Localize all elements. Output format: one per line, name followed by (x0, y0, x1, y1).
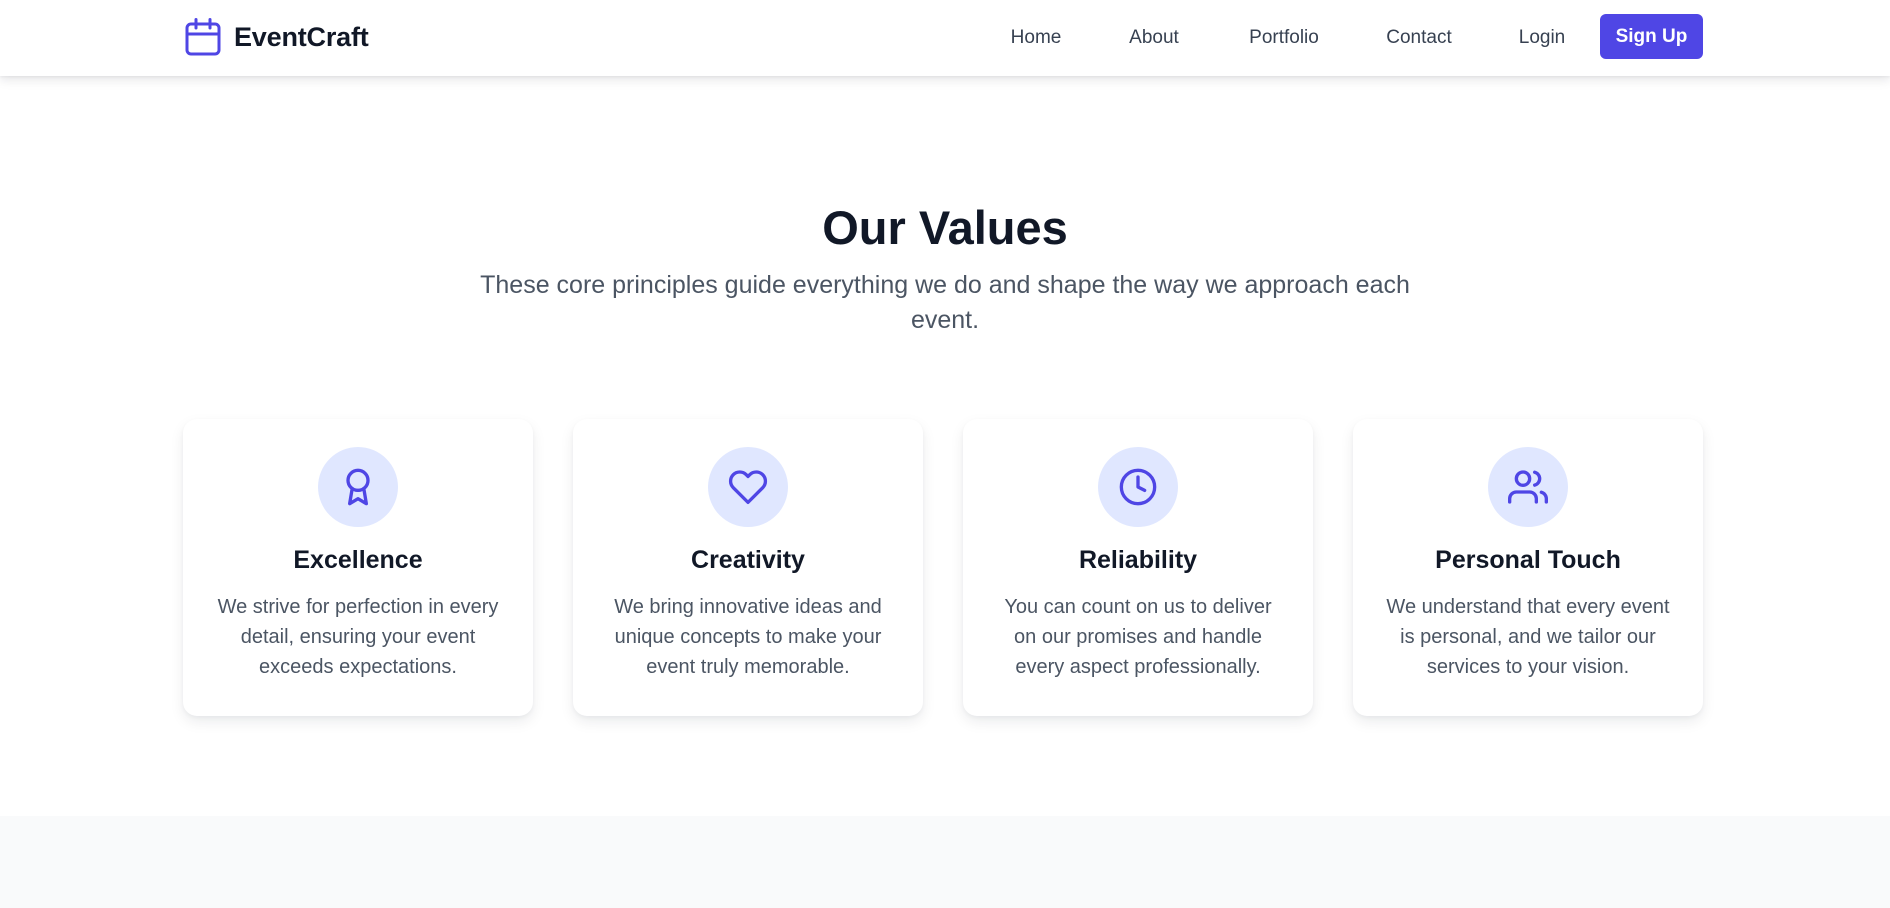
value-card-excellence: Excellence We strive for perfection in e… (183, 419, 533, 716)
nav-link-contact[interactable]: Contact (1386, 24, 1451, 52)
card-description: We understand that every event is person… (1386, 596, 1670, 678)
nav-link-portfolio[interactable]: Portfolio (1249, 24, 1319, 52)
next-section (0, 816, 1890, 908)
clock-icon (1098, 447, 1178, 527)
section-subtitle: These core principles guide everything w… (480, 271, 1410, 334)
card-title: Creativity (691, 546, 805, 574)
card-title: Reliability (1078, 546, 1198, 574)
card-description: We bring innovative ideas and unique con… (614, 596, 882, 678)
brand-name: EventCraft (234, 21, 369, 52)
value-card-reliability: Reliability You can count on us to deliv… (963, 419, 1313, 716)
card-description: You can count on us to deliver on our pr… (1004, 596, 1272, 678)
values-section: Our Values These core principles guide e… (0, 76, 1890, 816)
value-card-personal-touch: Personal Touch We understand that every … (1353, 419, 1703, 716)
heart-icon (708, 447, 788, 527)
nav-link-login[interactable]: Login (1519, 24, 1566, 52)
brand-logo-link[interactable]: EventCraft (184, 17, 369, 57)
calendar-icon (184, 17, 222, 57)
nav-link-home[interactable]: Home (1011, 24, 1062, 52)
card-title: Personal Touch (1435, 546, 1621, 574)
card-title: Excellence (293, 546, 423, 574)
navbar: EventCraft Home About Portfolio Contact … (0, 0, 1890, 76)
card-description: We strive for perfection in every detail… (217, 596, 499, 678)
value-card-creativity: Creativity We bring innovative ideas and… (573, 419, 923, 716)
nav-link-about[interactable]: About (1129, 24, 1179, 52)
sign-up-button[interactable]: Sign Up (1600, 14, 1703, 59)
section-title: Our Values (822, 201, 1068, 254)
award-icon (318, 447, 398, 527)
users-icon (1488, 447, 1568, 527)
